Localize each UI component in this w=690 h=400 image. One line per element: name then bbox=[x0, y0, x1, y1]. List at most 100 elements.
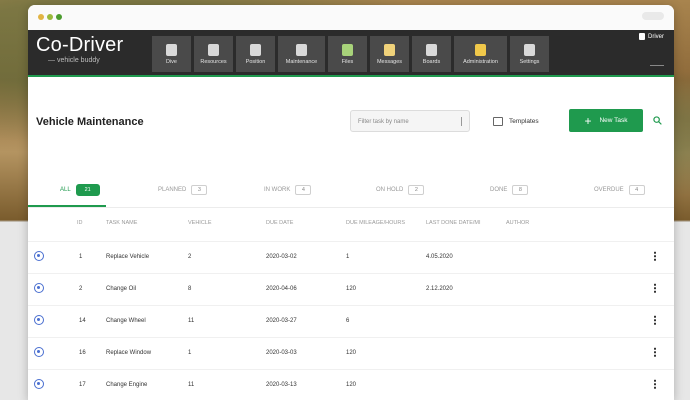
tab-all[interactable]: ALL 21 bbox=[60, 179, 100, 201]
table-row[interactable]: 2 Change Oil 8 2020-04-06 120 2.12.2020 bbox=[28, 273, 674, 306]
cell-mileage: 6 bbox=[346, 318, 350, 324]
tab-label: ON HOLD bbox=[376, 187, 404, 193]
table-row[interactable]: 17 Change Engine 11 2020-03-13 120 bbox=[28, 369, 674, 400]
cell-last: 4.05.2020 bbox=[426, 254, 453, 260]
cell-mileage: 120 bbox=[346, 286, 357, 292]
tab-count-badge: 8 bbox=[512, 185, 529, 195]
task-status-icon[interactable] bbox=[34, 379, 44, 389]
tab-count-badge: 4 bbox=[628, 185, 645, 195]
column-header[interactable]: TASK NAME bbox=[106, 220, 137, 226]
files-icon bbox=[342, 43, 353, 56]
new-task-label: New Task bbox=[599, 117, 628, 124]
tab-done[interactable]: DONE 8 bbox=[490, 179, 529, 201]
nav-item-boards[interactable]: Boards bbox=[412, 36, 451, 72]
brand-logo[interactable]: Co-Driver — vehicle buddy bbox=[36, 34, 123, 64]
row-menu-icon[interactable] bbox=[654, 347, 656, 357]
nav-item-maintenance[interactable]: Maintenance bbox=[278, 36, 325, 72]
row-menu-icon[interactable] bbox=[654, 251, 656, 261]
nav-item-position[interactable]: Position bbox=[236, 36, 275, 72]
cell-id: 14 bbox=[79, 318, 86, 324]
nav-item-label: Settings bbox=[519, 58, 540, 65]
tab-overdue[interactable]: OVERDUE 4 bbox=[594, 179, 645, 201]
nav-item-administration[interactable]: Administration bbox=[454, 36, 507, 72]
top-navigation: Co-Driver — vehicle buddy Dive Resources P… bbox=[28, 30, 674, 77]
table-row[interactable]: 1 Replace Vehicle 2 2020-03-02 1 4.05.2020 bbox=[28, 241, 674, 274]
nav-divider bbox=[650, 65, 664, 66]
nav-bar: Dive Resources Position Maintenance Files Mes… bbox=[152, 36, 549, 72]
nav-item-label: Position bbox=[245, 58, 266, 65]
cell-due: 2020-03-02 bbox=[266, 254, 297, 260]
cell-task[interactable]: Replace Vehicle bbox=[106, 254, 149, 260]
cell-task[interactable]: Replace Window bbox=[106, 350, 151, 356]
driver-icon bbox=[166, 43, 177, 56]
nav-item-label: Dive bbox=[165, 58, 177, 65]
administration-icon bbox=[475, 43, 486, 56]
status-tabs: ALL 21 PLANNED 3 IN WORK 4 ON HOLD 2 DONE 8 OVERDU… bbox=[28, 175, 674, 208]
plus-icon: + bbox=[584, 113, 592, 128]
cell-task[interactable]: Change Oil bbox=[106, 286, 136, 292]
nav-item-files[interactable]: Files bbox=[328, 36, 367, 72]
brand-subtitle: — vehicle buddy bbox=[48, 57, 100, 64]
task-status-icon[interactable] bbox=[34, 347, 44, 357]
column-header[interactable]: ID bbox=[77, 220, 83, 226]
cell-vehicle: 2 bbox=[188, 254, 192, 260]
tab-label: DONE bbox=[490, 187, 508, 193]
gear-icon bbox=[524, 43, 535, 56]
table-row[interactable]: 14 Change Wheel 11 2020-03-27 6 bbox=[28, 305, 674, 338]
row-menu-icon[interactable] bbox=[654, 379, 656, 389]
nav-item-messages[interactable]: Messages bbox=[370, 36, 409, 72]
tab-count-badge: 2 bbox=[408, 185, 425, 195]
nav-item-label: Files bbox=[341, 58, 354, 65]
maximize-window-button[interactable] bbox=[56, 14, 62, 20]
nav-item-label: Administration bbox=[463, 58, 498, 65]
search-icon[interactable] bbox=[653, 116, 662, 125]
task-status-icon[interactable] bbox=[34, 283, 44, 293]
tab-count-badge: 3 bbox=[191, 185, 208, 195]
nav-item-label: Resources bbox=[200, 58, 227, 65]
messages-icon bbox=[384, 43, 395, 56]
nav-item-settings[interactable]: Settings bbox=[510, 36, 549, 72]
cell-due: 2020-04-06 bbox=[266, 286, 297, 292]
filter-input[interactable]: Filter task by name bbox=[350, 110, 470, 132]
cell-id: 17 bbox=[79, 382, 86, 388]
tab-planned[interactable]: PLANNED 3 bbox=[158, 179, 208, 201]
tab-in-work[interactable]: IN WORK 4 bbox=[264, 179, 312, 201]
resources-icon bbox=[208, 43, 219, 56]
cell-due: 2020-03-03 bbox=[266, 350, 297, 356]
cell-last: 2.12.2020 bbox=[426, 286, 453, 292]
cell-due: 2020-03-27 bbox=[266, 318, 297, 324]
user-icon bbox=[639, 33, 645, 40]
nav-item-label: Boards bbox=[422, 58, 441, 65]
tab-count-badge: 4 bbox=[295, 185, 312, 195]
table-row[interactable]: 16 Replace Window 1 2020-03-03 120 bbox=[28, 337, 674, 370]
close-window-button[interactable] bbox=[38, 14, 44, 20]
cell-task[interactable]: Change Engine bbox=[106, 382, 147, 388]
column-header[interactable]: AUTHOR bbox=[506, 220, 529, 226]
nav-item-resources[interactable]: Resources bbox=[194, 36, 233, 72]
maintenance-icon bbox=[296, 43, 307, 56]
column-header[interactable]: VEHICLE bbox=[188, 220, 212, 226]
column-header[interactable]: DUE DATE bbox=[266, 220, 293, 226]
task-status-icon[interactable] bbox=[34, 315, 44, 325]
minimize-window-button[interactable] bbox=[47, 14, 53, 20]
column-header[interactable]: LAST DONE DATE/MI bbox=[426, 220, 481, 226]
cell-mileage: 120 bbox=[346, 382, 357, 388]
nav-item-dive[interactable]: Dive bbox=[152, 36, 191, 72]
column-header[interactable]: DUE MILEAGE/HOURS bbox=[346, 220, 405, 226]
row-menu-icon[interactable] bbox=[654, 283, 656, 293]
tab-on-hold[interactable]: ON HOLD 2 bbox=[376, 179, 425, 201]
row-menu-icon[interactable] bbox=[654, 315, 656, 325]
user-menu[interactable]: Driver bbox=[639, 33, 664, 40]
cell-mileage: 1 bbox=[346, 254, 350, 260]
position-icon bbox=[250, 43, 261, 56]
task-status-icon[interactable] bbox=[34, 251, 44, 261]
cell-id: 2 bbox=[79, 286, 83, 292]
filter-caret bbox=[461, 117, 462, 126]
tab-label: IN WORK bbox=[264, 187, 291, 193]
nav-item-label: Messages bbox=[376, 58, 403, 65]
templates-button[interactable]: Templates bbox=[493, 117, 539, 126]
cell-task[interactable]: Change Wheel bbox=[106, 318, 146, 324]
new-task-button[interactable]: + New Task bbox=[569, 109, 643, 132]
templates-icon bbox=[493, 117, 503, 126]
tab-label: PLANNED bbox=[158, 187, 187, 193]
